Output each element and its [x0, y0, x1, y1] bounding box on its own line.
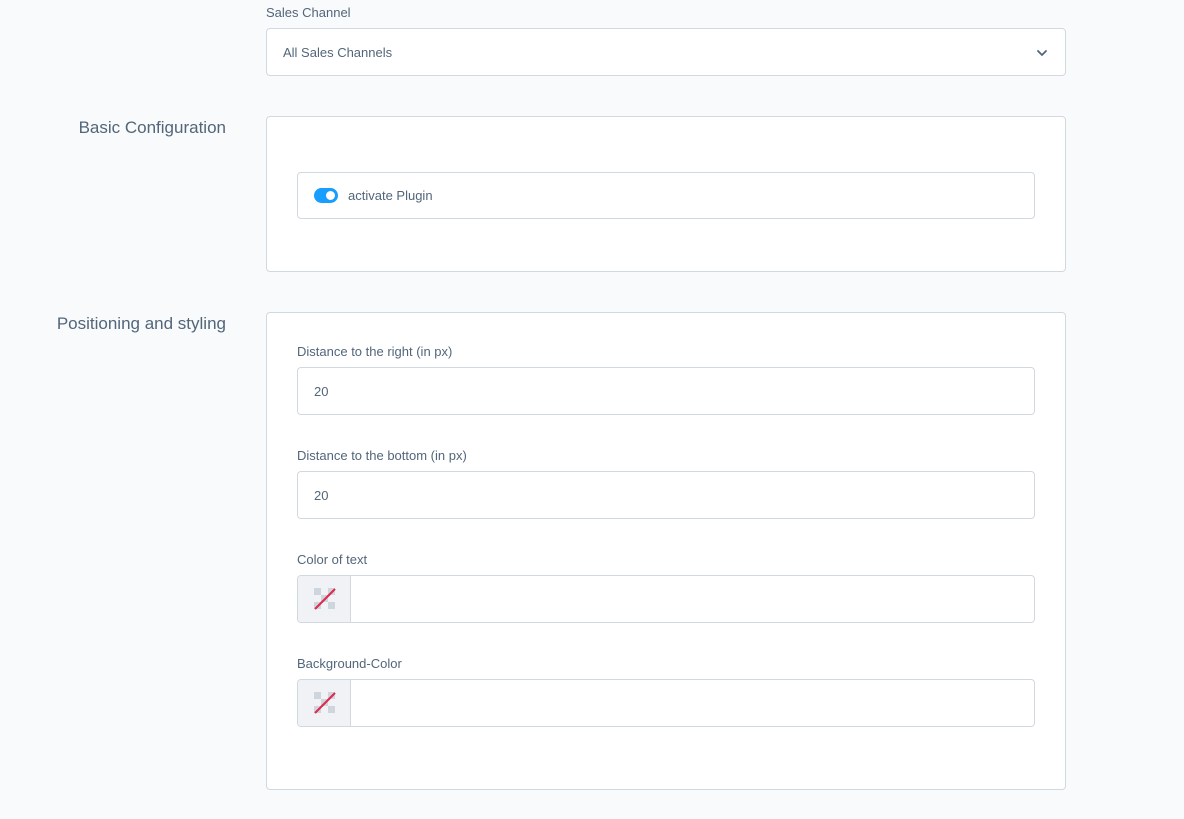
- distance-bottom-input[interactable]: 20: [297, 471, 1035, 519]
- no-color-icon: [314, 692, 336, 714]
- text-color-swatch[interactable]: [298, 576, 351, 622]
- sales-channel-value: All Sales Channels: [283, 45, 393, 60]
- section-title-positioning: Positioning and styling: [56, 314, 226, 333]
- text-color-label: Color of text: [297, 552, 368, 567]
- distance-right-input[interactable]: 20: [297, 367, 1035, 415]
- sales-channel-select[interactable]: All Sales Channels: [266, 28, 1066, 76]
- distance-bottom-label: Distance to the bottom (in px): [297, 448, 467, 463]
- section-title-basic-configuration: Basic Configuration: [78, 118, 226, 137]
- distance-right-label: Distance to the right (in px): [297, 344, 453, 359]
- distance-right-value: 20: [314, 384, 329, 399]
- toggle-knob: [326, 191, 335, 200]
- background-color-input[interactable]: [297, 679, 1035, 727]
- activate-plugin-row[interactable]: activate Plugin: [297, 172, 1035, 219]
- text-color-input[interactable]: [297, 575, 1035, 623]
- background-color-swatch[interactable]: [298, 680, 351, 726]
- activate-plugin-label: activate Plugin: [348, 188, 433, 203]
- distance-bottom-value: 20: [314, 488, 329, 503]
- chevron-down-icon: [1037, 50, 1047, 56]
- activate-plugin-toggle[interactable]: [314, 188, 338, 203]
- no-color-icon: [314, 588, 336, 610]
- sales-channel-label: Sales Channel: [266, 5, 351, 20]
- background-color-label: Background-Color: [297, 656, 402, 671]
